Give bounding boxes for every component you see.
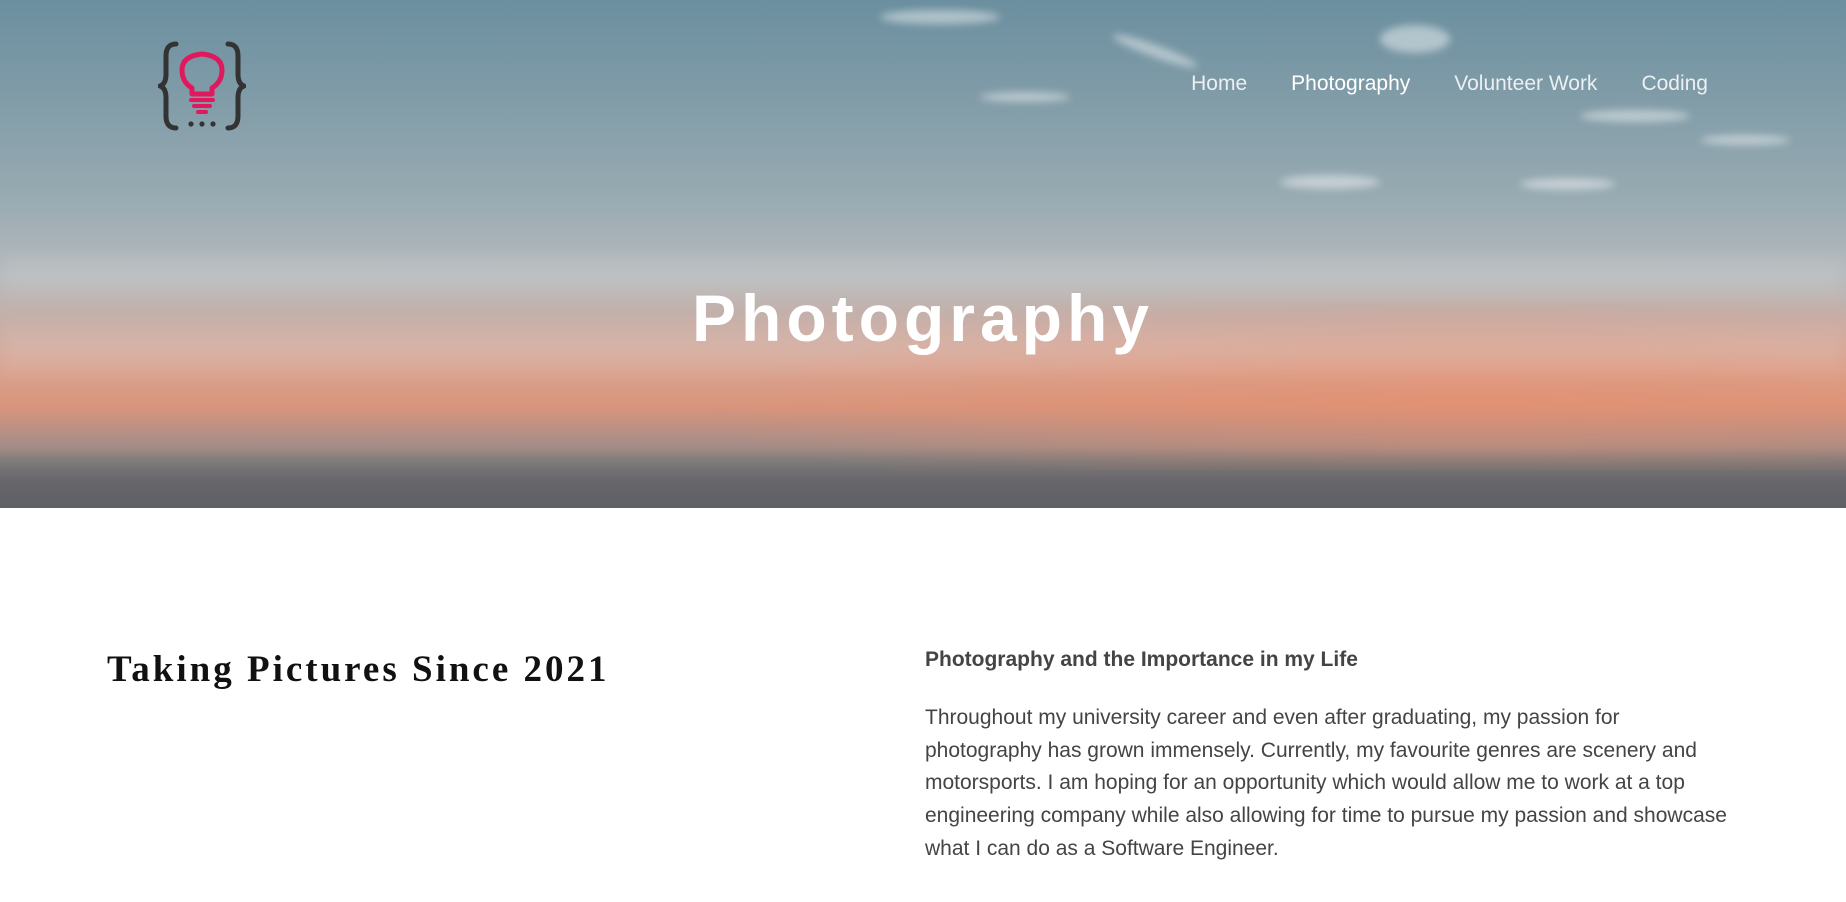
- cloud: [1700, 135, 1790, 145]
- hero-title: Photography: [692, 281, 1154, 355]
- nav-item-volunteer-work[interactable]: Volunteer Work: [1454, 70, 1597, 98]
- cloud: [980, 92, 1070, 102]
- main-content: Taking Pictures Since 2021 Photography a…: [0, 508, 1846, 902]
- cloud: [1580, 110, 1690, 122]
- nav-item-photography[interactable]: Photography: [1291, 70, 1410, 98]
- cloud: [1110, 29, 1200, 73]
- text-column: Photography and the Importance in my Lif…: [925, 646, 1735, 866]
- nav-item-home[interactable]: Home: [1191, 70, 1247, 98]
- subheading: Photography and the Importance in my Lif…: [925, 648, 1358, 671]
- nav-item-coding[interactable]: Coding: [1641, 70, 1708, 98]
- cloud: [1380, 25, 1450, 53]
- hero-banner: Home Photography Volunteer Work Coding P…: [0, 0, 1846, 508]
- cloud: [1520, 178, 1615, 190]
- cloud: [1280, 175, 1380, 189]
- main-nav: Home Photography Volunteer Work Coding: [1191, 70, 1708, 98]
- lightbulb-in-braces-icon[interactable]: [158, 40, 246, 132]
- horizon: [0, 448, 1846, 508]
- cloud: [880, 10, 1000, 24]
- section-heading: Taking Pictures Since 2021: [107, 649, 610, 690]
- body-paragraph: Throughout my university career and even…: [925, 706, 1727, 860]
